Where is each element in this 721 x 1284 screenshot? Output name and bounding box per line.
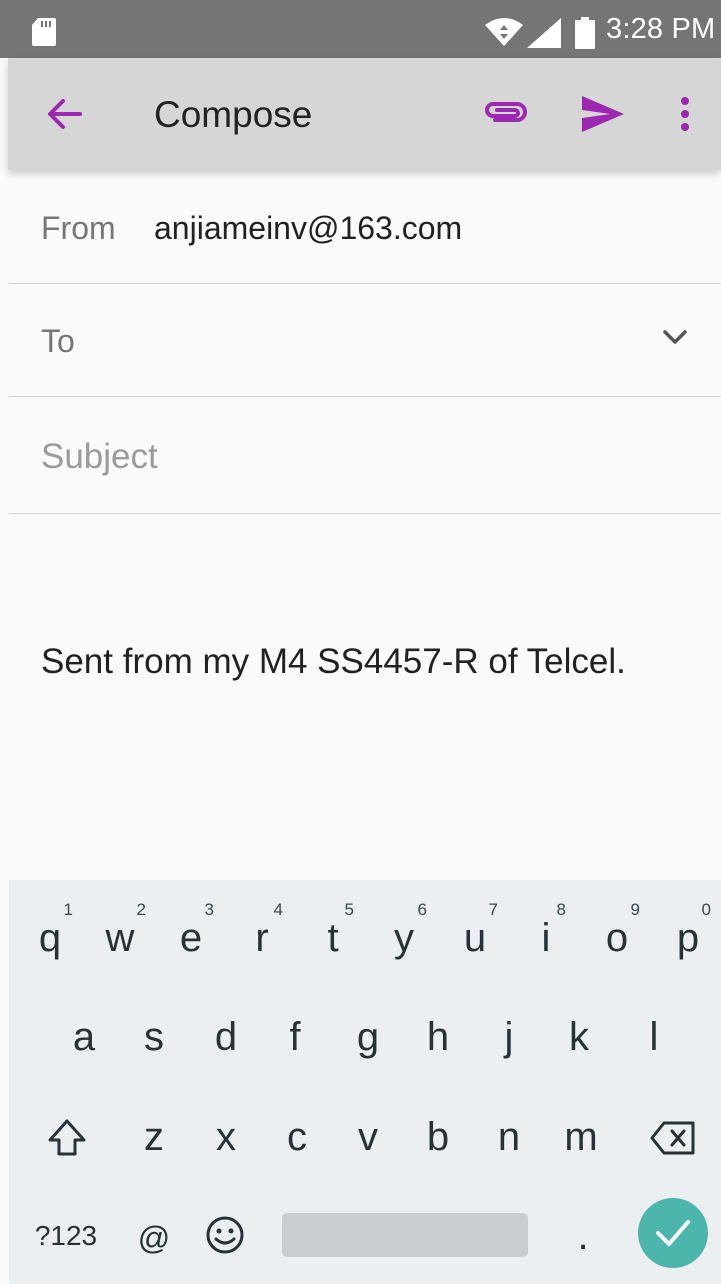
backspace-icon[interactable] bbox=[650, 1121, 696, 1155]
more-vert-icon[interactable] bbox=[678, 96, 692, 132]
from-address[interactable]: anjiameinv@163.com bbox=[154, 210, 462, 247]
key-y[interactable]: y6 bbox=[389, 900, 427, 958]
subject-field[interactable]: Subject bbox=[9, 397, 721, 514]
key-k[interactable]: k bbox=[564, 1017, 594, 1057]
shift-icon[interactable] bbox=[47, 1118, 87, 1158]
from-label: From bbox=[41, 210, 116, 246]
message-body[interactable]: Sent from my M4 SS4457-R of Telcel. bbox=[41, 642, 626, 682]
key-f[interactable]: f bbox=[282, 1017, 308, 1057]
send-icon[interactable] bbox=[580, 94, 626, 134]
key-o[interactable]: o9 bbox=[602, 900, 640, 958]
to-field[interactable]: To bbox=[9, 284, 721, 397]
key-h[interactable]: h bbox=[423, 1017, 453, 1057]
key-e[interactable]: e3 bbox=[176, 900, 214, 958]
chevron-down-icon[interactable] bbox=[661, 328, 689, 346]
emoji-icon[interactable] bbox=[205, 1215, 245, 1255]
key-g[interactable]: g bbox=[353, 1017, 383, 1057]
key-n[interactable]: n bbox=[494, 1117, 524, 1157]
sd-card-icon bbox=[32, 18, 56, 46]
attachment-icon[interactable] bbox=[483, 98, 529, 128]
subject-placeholder: Subject bbox=[41, 437, 158, 476]
key-w[interactable]: w2 bbox=[102, 900, 146, 958]
from-row: From anjiameinv@163.com bbox=[9, 172, 721, 284]
wifi-icon bbox=[485, 18, 523, 46]
key-t[interactable]: t5 bbox=[320, 900, 354, 958]
status-bar: 3:28 PM bbox=[0, 0, 721, 58]
key-j[interactable]: j bbox=[499, 1017, 519, 1057]
key-at[interactable]: @ bbox=[135, 1219, 173, 1257]
key-z[interactable]: z bbox=[139, 1117, 169, 1157]
page-title: Compose bbox=[154, 94, 313, 135]
key-u[interactable]: u7 bbox=[460, 900, 498, 958]
back-arrow-icon[interactable] bbox=[46, 98, 82, 130]
check-icon bbox=[656, 1220, 690, 1246]
key-p[interactable]: p0 bbox=[673, 900, 711, 958]
to-label: To bbox=[41, 323, 75, 359]
key-s[interactable]: s bbox=[139, 1017, 169, 1057]
key-c[interactable]: c bbox=[282, 1117, 312, 1157]
key-d[interactable]: d bbox=[211, 1017, 241, 1057]
space-bar[interactable] bbox=[282, 1213, 528, 1257]
app-bar: Compose bbox=[8, 58, 721, 170]
key-q[interactable]: q1 bbox=[35, 900, 73, 958]
clock: 3:28 PM bbox=[606, 13, 716, 45]
soft-keyboard: q1 w2 e3 r4 t5 y6 u7 i8 o9 p0 a s d f g … bbox=[9, 880, 721, 1284]
symbols-key[interactable]: ?123 bbox=[31, 1221, 101, 1251]
key-period[interactable]: . bbox=[571, 1216, 595, 1256]
done-button[interactable] bbox=[638, 1198, 708, 1268]
key-a[interactable]: a bbox=[69, 1017, 99, 1057]
cell-signal-icon bbox=[527, 18, 561, 48]
key-m[interactable]: m bbox=[559, 1117, 603, 1157]
battery-icon bbox=[575, 17, 595, 49]
key-x[interactable]: x bbox=[211, 1117, 241, 1157]
key-i[interactable]: i8 bbox=[534, 900, 566, 958]
key-v[interactable]: v bbox=[353, 1117, 383, 1157]
key-b[interactable]: b bbox=[423, 1117, 453, 1157]
key-r[interactable]: r4 bbox=[249, 900, 283, 958]
key-l[interactable]: l bbox=[644, 1017, 664, 1057]
